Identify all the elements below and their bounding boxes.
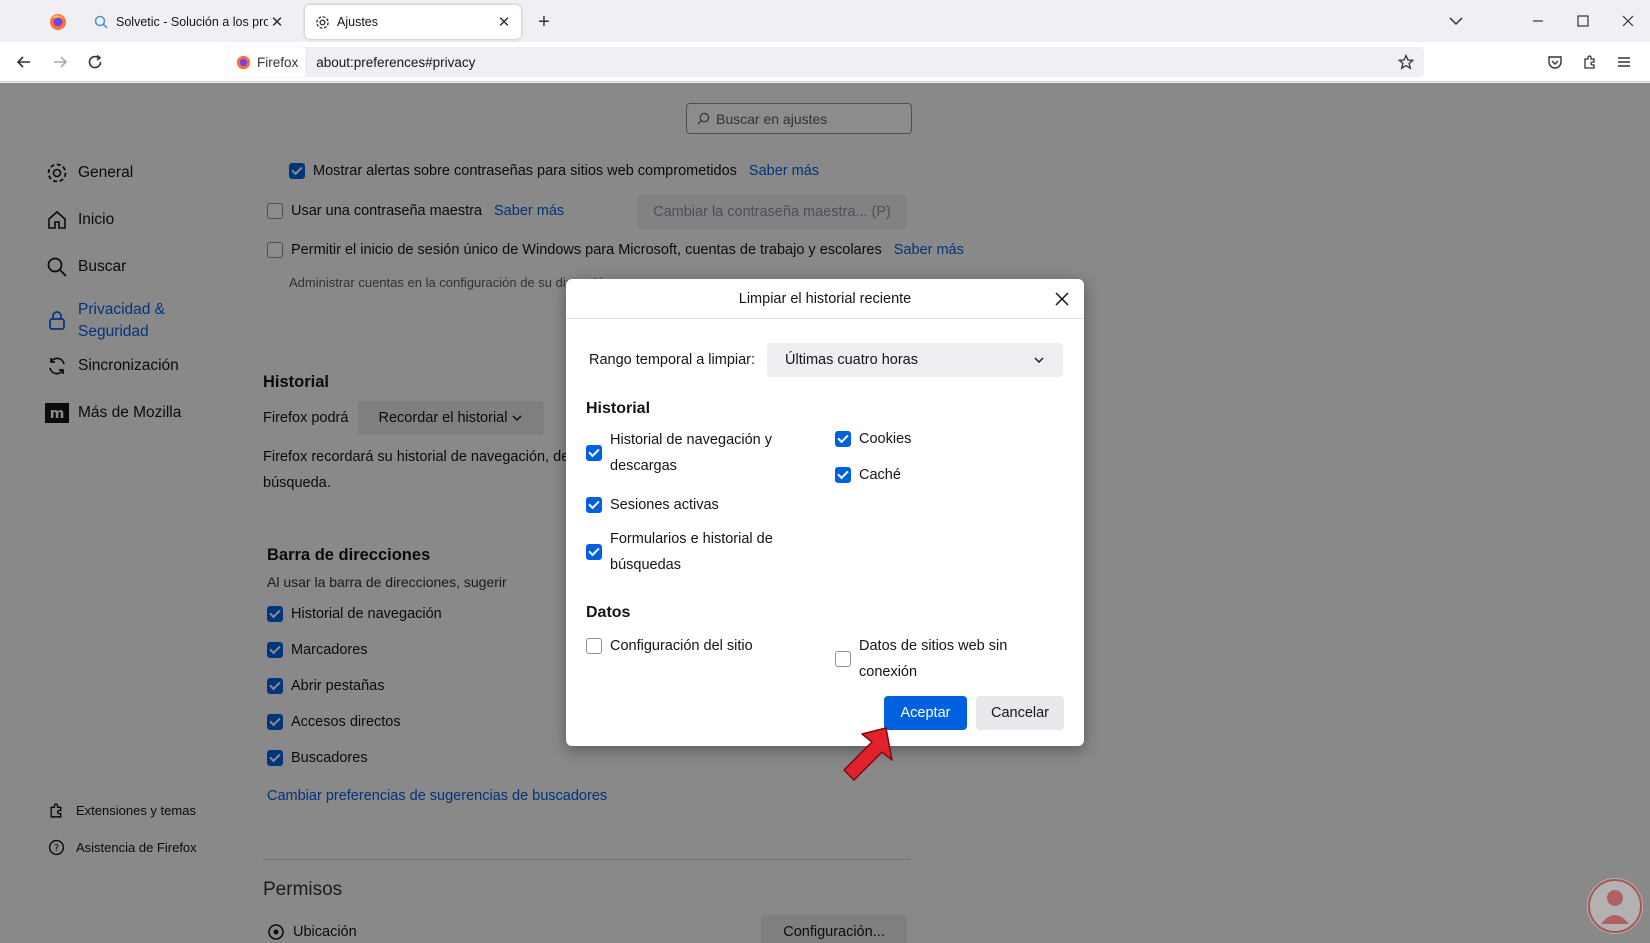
- close-icon: [1055, 292, 1069, 306]
- history-option-sessions[interactable]: Sesiones activas: [586, 492, 719, 518]
- close-icon[interactable]: ✕: [268, 13, 286, 31]
- chevron-down-icon: [1034, 357, 1044, 363]
- dialog-history-heading: Historial: [586, 400, 651, 417]
- clear-history-dialog: Limpiar el historial reciente Rango temp…: [566, 279, 1084, 746]
- identity-label: Firefox: [257, 54, 299, 70]
- list-tabs-button[interactable]: [1441, 8, 1471, 34]
- tab-settings[interactable]: Ajustes ✕: [305, 5, 521, 39]
- tab-title: Ajustes: [337, 15, 378, 29]
- arrow-left-icon: [16, 56, 30, 68]
- option-label: Historial de navegación y descargas: [610, 432, 773, 474]
- new-tab-button[interactable]: +: [532, 10, 556, 34]
- reload-icon: [88, 54, 102, 69]
- minimize-button[interactable]: [1523, 8, 1553, 34]
- history-option-cache[interactable]: Caché: [835, 462, 901, 488]
- close-icon[interactable]: ✕: [495, 13, 513, 31]
- bookmark-star-button[interactable]: [1392, 48, 1420, 76]
- minimize-icon: [1533, 20, 1543, 22]
- watermark-logo-icon: [1587, 878, 1643, 934]
- range-label: Rango temporal a limpiar:: [589, 352, 756, 368]
- star-icon: [1398, 54, 1414, 70]
- data-option-offline[interactable]: Datos de sitios web sin conexión: [835, 633, 1007, 685]
- option-checkbox[interactable]: [586, 638, 602, 654]
- dialog-data-heading: Datos: [586, 604, 631, 621]
- close-window-button[interactable]: [1613, 8, 1643, 34]
- close-icon: [1622, 15, 1634, 27]
- time-range-select[interactable]: Últimas cuatro horas: [767, 343, 1063, 377]
- firefox-view-button[interactable]: [38, 6, 78, 38]
- navigation-toolbar: Firefox about:preferences#privacy: [0, 42, 1650, 82]
- time-range-value: Últimas cuatro horas: [785, 352, 918, 368]
- maximize-icon: [1577, 15, 1589, 27]
- option-checkbox[interactable]: [586, 445, 602, 461]
- identity-box[interactable]: Firefox: [228, 47, 307, 77]
- back-button[interactable]: [10, 48, 38, 76]
- reload-button[interactable]: [81, 48, 109, 76]
- maximize-button[interactable]: [1568, 8, 1598, 34]
- chevron-down-icon: [1449, 17, 1463, 26]
- pocket-button[interactable]: [1541, 48, 1569, 76]
- gear-icon: [313, 13, 331, 31]
- cancel-button[interactable]: Cancelar: [976, 696, 1064, 730]
- search-icon: [92, 13, 110, 31]
- option-label: Datos de sitios web sin conexión: [859, 638, 1008, 680]
- forward-button[interactable]: [46, 48, 74, 76]
- extensions-button[interactable]: [1576, 48, 1604, 76]
- pocket-icon: [1548, 56, 1562, 69]
- tab-solvetic[interactable]: Solvetic - Solución a los problem ✕: [84, 5, 294, 39]
- option-label: Caché: [859, 467, 901, 483]
- address-text[interactable]: about:preferences#privacy: [316, 55, 1392, 70]
- option-checkbox[interactable]: [835, 467, 851, 483]
- history-option-cookies[interactable]: Cookies: [835, 426, 911, 452]
- history-option-forms[interactable]: Formularios e historial de búsquedas: [586, 526, 773, 578]
- hamburger-icon: [1618, 57, 1630, 67]
- option-checkbox[interactable]: [586, 497, 602, 513]
- option-checkbox[interactable]: [835, 431, 851, 447]
- puzzle-icon: [1584, 55, 1595, 69]
- firefox-icon: [236, 55, 251, 69]
- tab-title: Solvetic - Solución a los problem: [116, 15, 268, 29]
- app-menu-button[interactable]: [1610, 48, 1638, 76]
- data-option-site-settings[interactable]: Configuración del sitio: [586, 633, 753, 659]
- firefox-icon: [50, 14, 66, 30]
- tab-strip: Solvetic - Solución a los problem ✕ Ajus…: [0, 0, 1650, 42]
- arrow-right-icon: [54, 56, 68, 68]
- option-label: Cookies: [859, 431, 912, 447]
- option-label: Configuración del sitio: [610, 638, 753, 654]
- dialog-title: Limpiar el historial reciente: [566, 279, 1084, 319]
- accept-button[interactable]: Aceptar: [884, 696, 967, 730]
- option-checkbox[interactable]: [835, 651, 851, 667]
- history-option-browsing[interactable]: Historial de navegación y descargas: [586, 427, 772, 479]
- option-label: Sesiones activas: [610, 497, 719, 513]
- url-bar[interactable]: Firefox about:preferences#privacy: [228, 47, 1424, 77]
- option-label: Formularios e historial de búsquedas: [610, 531, 773, 573]
- option-checkbox[interactable]: [586, 544, 602, 560]
- dialog-close-button[interactable]: [1050, 287, 1074, 311]
- annotation-arrow-icon: [843, 727, 893, 781]
